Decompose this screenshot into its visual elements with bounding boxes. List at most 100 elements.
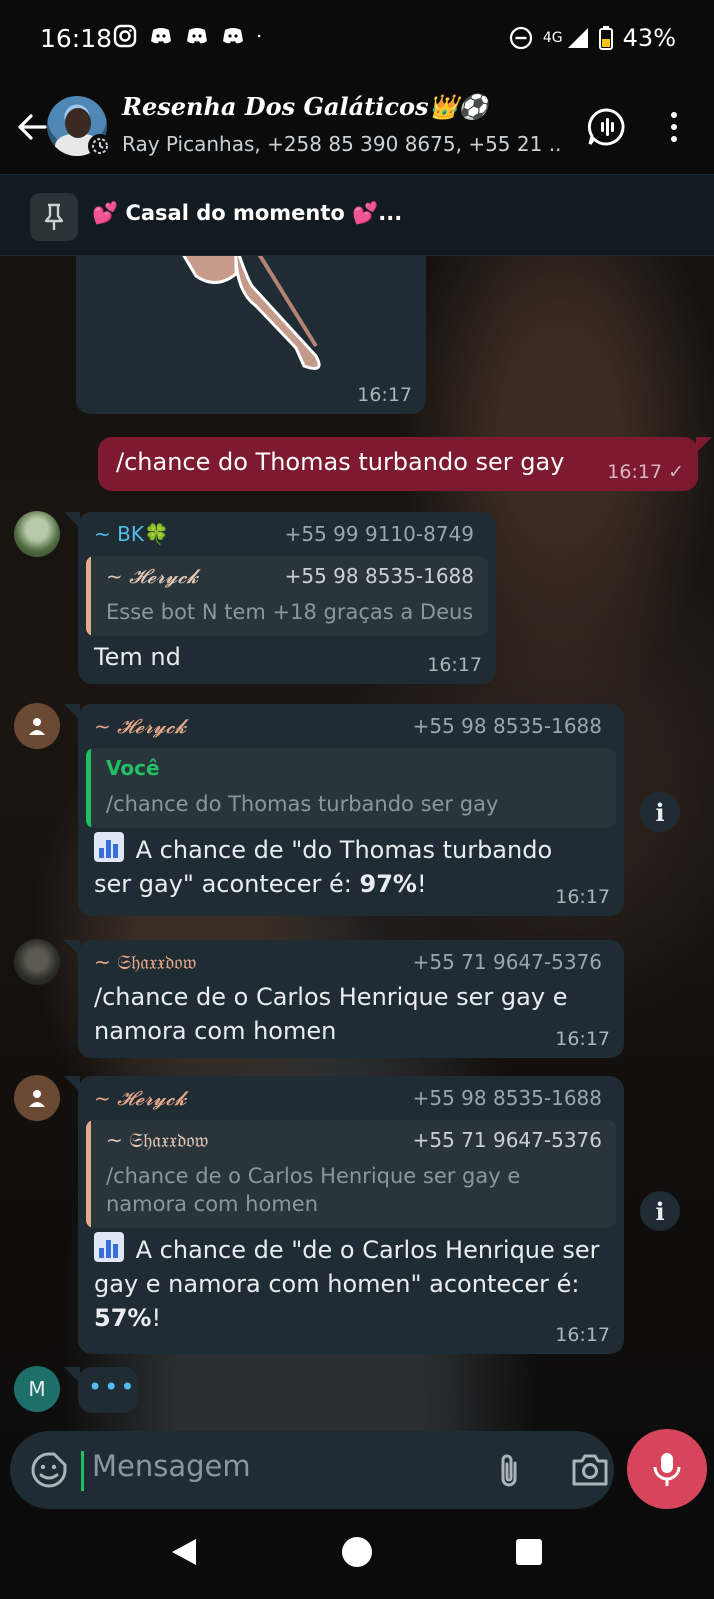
sender-name[interactable]: ~ 𝓗𝓮𝓻𝔂𝓬𝓴 [94,714,186,738]
info-button[interactable]: i [640,792,680,832]
quoted-line: /chance de o Carlos Henrique ser gay e [106,1164,521,1188]
message-time: 16:17 [555,886,610,908]
message-line: namora com homen [94,1017,337,1045]
message-text: /chance do Thomas turbando ser gay [116,448,565,476]
typing-dots: ••• [88,1373,137,1401]
quoted-text: Esse bot N tem +18 graças a Deus [106,600,474,624]
outgoing-message[interactable]: /chance do Thomas turbando ser gay 16:17… [98,437,712,491]
message-text: A chance de "do Thomas turbando ser gay"… [94,832,614,901]
microphone-icon [653,1453,681,1486]
community-badge-icon [88,134,112,158]
discord-icon [223,28,243,44]
sender-avatar[interactable]: M [14,1366,60,1412]
group-members[interactable]: Ray Picanhas, +258 85 390 8675, +55 21 .… [122,132,562,156]
quoted-phone: +55 71 9647-5376 [412,1128,602,1152]
quoted-text: /chance do Thomas turbando ser gay [106,792,499,816]
chat-messages[interactable]: 16:17 /chance do Thomas turbando ser gay… [0,256,714,1431]
message-line: A chance de "de o Carlos Henrique ser [128,1236,600,1264]
person-icon [29,718,45,735]
quote-bar [86,556,91,636]
pinned-text: 💕 Casal do momento 💕... [92,201,403,225]
status-bar: 16:18 4G 43% [0,0,714,82]
message-time: 16:17 [555,1324,610,1346]
bubble-tail [64,1076,80,1092]
message-line-end: ! [416,870,427,898]
quoted-message[interactable]: Você /chance do Thomas turbando ser gay [86,748,616,828]
quote-bar [86,748,91,828]
message-time: 16:17 [555,1028,610,1050]
incoming-message[interactable]: ~ BK🍀 +55 99 9110-8749 ~ 𝓗𝓮𝓻𝔂𝓬𝓴 +55 98 8… [64,512,496,684]
message-time: 16:17 ✓ [607,461,684,483]
avatar-letter: M [28,1377,46,1401]
sender-phone: +55 98 8535-1688 [412,1086,602,1110]
message-text: Tem nd [94,643,181,671]
composer: Mensagem [0,1429,714,1513]
percentage-value: 97% [359,870,417,898]
incoming-message[interactable]: ~ 𝓗𝓮𝓻𝔂𝓬𝓴 +55 98 8535-1688 Você /chance d… [64,704,624,916]
network-type: 4G [542,30,563,46]
quoted-sender: ~ 𝔖𝔥𝔞𝔵𝔵𝔡𝔬𝔴 [106,1128,209,1152]
do-not-disturb-icon [509,26,532,50]
arrow-left-icon [18,114,47,140]
message-input[interactable]: Mensagem [92,1449,251,1483]
group-title[interactable]: Resenha Dos Galáticos👑⚽ [122,92,488,121]
microphone-button[interactable] [627,1429,707,1509]
paperclip-icon[interactable] [490,1451,528,1491]
sender-phone: +55 71 9647-5376 [412,950,602,974]
quoted-text: /chance de o Carlos Henrique ser gay e n… [106,1162,520,1218]
voice-chat-icon [587,108,625,146]
quoted-message[interactable]: ~ 𝓗𝓮𝓻𝔂𝓬𝓴 +55 98 8535-1688 Esse bot N tem… [86,556,488,636]
quoted-line: namora com homen [106,1192,319,1216]
chat-header: Resenha Dos Galáticos👑⚽ Ray Picanhas, +2… [0,82,714,174]
incoming-message[interactable]: ~ 𝔖𝔥𝔞𝔵𝔵𝔡𝔬𝔴 +55 71 9647-5376 /chance de o… [64,940,624,1058]
nav-recents-button[interactable] [516,1539,542,1565]
message-input-container[interactable]: Mensagem [10,1431,614,1509]
quoted-sender: Você [106,756,160,780]
avatar-face [65,108,91,138]
sender-avatar[interactable] [14,1075,60,1121]
person-icon [29,1090,45,1107]
quoted-message[interactable]: ~ 𝔖𝔥𝔞𝔵𝔵𝔡𝔬𝔴 +55 71 9647-5376 /chance de o… [86,1120,616,1228]
sender-avatar[interactable] [14,511,60,557]
typing-indicator: ••• [64,1367,138,1413]
image-message[interactable]: 16:17 [76,256,426,414]
info-button[interactable]: i [640,1191,680,1231]
bubble-tail [64,704,80,720]
message-line-end: ! [151,1304,162,1332]
dot [671,136,677,142]
battery-level: 43% [622,24,676,52]
nav-back-icon[interactable] [170,1537,198,1567]
bubble-tail [64,940,80,956]
sender-phone: +55 98 8535-1688 [412,714,602,738]
sender-name[interactable]: ~ 𝔖𝔥𝔞𝔵𝔵𝔡𝔬𝔴 [94,950,196,974]
voice-chat-button[interactable] [586,106,628,148]
quoted-sender: ~ 𝓗𝓮𝓻𝔂𝓬𝓴 [106,564,199,588]
discord-icon [187,28,207,44]
battery-icon [598,26,613,50]
sender-name[interactable]: ~ BK🍀 [94,522,169,546]
bubble-tail [64,1367,80,1383]
message-time: 16:17 [357,384,412,406]
sender-avatar[interactable] [14,939,60,985]
sender-name[interactable]: ~ 𝓗𝓮𝓻𝔂𝓬𝓴 [94,1086,186,1110]
more-options-button[interactable] [664,106,684,148]
more-notifications-icon [257,34,261,38]
message-line: A chance de "do Thomas turbando [128,836,553,864]
incoming-message[interactable]: ~ 𝓗𝓮𝓻𝔂𝓬𝓴 +55 98 8535-1688 ~ 𝔖𝔥𝔞𝔵𝔵𝔡𝔬𝔴 +55… [64,1076,624,1354]
camera-icon[interactable] [570,1451,610,1489]
pinned-message-bar[interactable]: 💕 Casal do momento 💕... [0,174,714,256]
message-line: ser gay" acontecer é: [94,870,360,898]
sticker-icon[interactable] [30,1451,68,1489]
message-line: /chance de o Carlos Henrique ser gay e [94,983,568,1011]
notification-icons [113,24,267,48]
back-button[interactable] [12,102,52,152]
bar-chart-icon [94,832,124,862]
quote-bar [86,1120,91,1228]
bubble-tail [64,512,80,528]
sender-avatar[interactable] [14,703,60,749]
discord-icon [151,28,171,44]
status-time: 16:18 [40,24,113,53]
message-text: /chance de o Carlos Henrique ser gay e n… [94,980,567,1048]
nav-home-button[interactable] [342,1537,372,1567]
dot [671,112,677,118]
